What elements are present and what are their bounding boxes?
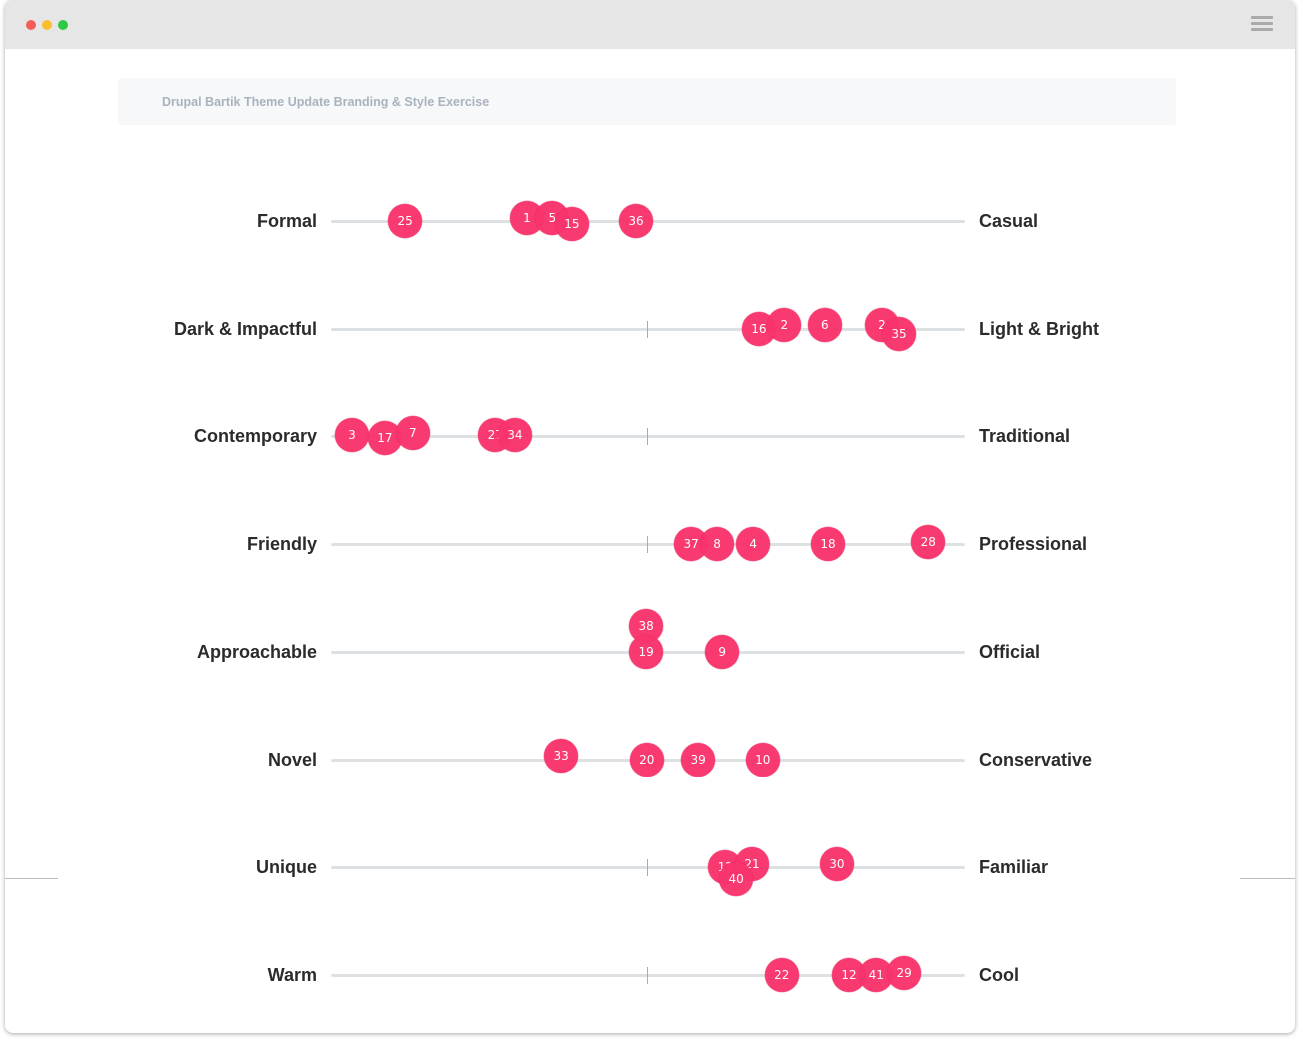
response-marker[interactable]: 4 bbox=[736, 527, 771, 562]
scale-right-label: Light & Bright bbox=[979, 318, 1099, 339]
scale-row: Contemporary Traditional 3 17 7 27 34 bbox=[5, 415, 1295, 456]
response-marker[interactable]: 6 bbox=[807, 308, 842, 343]
hamburger-menu-icon[interactable] bbox=[1251, 16, 1273, 34]
response-marker[interactable]: 7 bbox=[395, 415, 430, 450]
center-tick bbox=[647, 320, 648, 338]
response-marker[interactable]: 10 bbox=[745, 742, 780, 777]
browser-window: Drupal Bartik Theme Update Branding & St… bbox=[5, 0, 1295, 1033]
response-marker[interactable]: 19 bbox=[629, 634, 664, 669]
scale-track bbox=[331, 536, 965, 554]
scale-right-label: Official bbox=[979, 641, 1041, 662]
scale-row: Warm Cool 22 12 41 29 bbox=[5, 955, 1295, 995]
scale-left-label: Dark & Impactful bbox=[173, 318, 317, 339]
scale-left-label: Unique bbox=[256, 857, 317, 878]
response-marker[interactable]: 34 bbox=[497, 417, 532, 452]
response-marker[interactable]: 39 bbox=[681, 742, 716, 777]
center-tick bbox=[647, 966, 648, 984]
scale-left-label: Novel bbox=[267, 749, 317, 770]
center-tick bbox=[647, 859, 648, 877]
exercise-header: Drupal Bartik Theme Update Branding & St… bbox=[118, 78, 1176, 125]
response-marker[interactable]: 2 bbox=[767, 308, 802, 343]
scale-left-label: Formal bbox=[256, 211, 317, 231]
response-marker[interactable]: 9 bbox=[705, 634, 740, 669]
scale-right-label: Professional bbox=[979, 534, 1088, 555]
response-marker[interactable]: 30 bbox=[819, 846, 854, 881]
scale-right-label: Traditional bbox=[979, 426, 1071, 447]
scale-right-label: Conservative bbox=[979, 749, 1093, 770]
center-tick bbox=[647, 536, 648, 554]
title-bar bbox=[5, 0, 1295, 49]
scale-track bbox=[331, 859, 965, 877]
maximize-window-icon[interactable] bbox=[58, 20, 68, 30]
center-tick bbox=[647, 428, 648, 446]
scale-right-label: Familiar bbox=[979, 857, 1049, 878]
scale-left-label: Approachable bbox=[196, 641, 317, 662]
scale-left-label: Warm bbox=[267, 964, 317, 985]
scale-right-label: Casual bbox=[979, 211, 1039, 231]
response-marker[interactable]: 8 bbox=[700, 527, 735, 562]
scale-row: Dark & Impactful Light & Bright 16 2 6 2 35 bbox=[5, 308, 1295, 351]
response-marker[interactable]: 36 bbox=[618, 204, 653, 238]
scale-row: Approachable Official 38 19 9 bbox=[5, 609, 1295, 672]
response-marker[interactable]: 22 bbox=[764, 957, 799, 992]
response-marker[interactable]: 29 bbox=[887, 956, 922, 991]
menu-line bbox=[1251, 22, 1273, 25]
close-window-icon[interactable] bbox=[26, 20, 36, 30]
response-marker[interactable]: 25 bbox=[388, 204, 423, 238]
scale-row: UniqueFamiliar1?214030 bbox=[5, 846, 1295, 897]
response-marker[interactable]: 28 bbox=[911, 525, 946, 560]
exercise-title: Drupal Bartik Theme Update Branding & St… bbox=[162, 95, 490, 109]
menu-line bbox=[1251, 28, 1273, 31]
scale-left-label: Contemporary bbox=[193, 426, 317, 447]
scale-left-label: Friendly bbox=[246, 534, 317, 555]
response-marker[interactable]: 3 bbox=[334, 417, 369, 452]
menu-line bbox=[1251, 16, 1273, 19]
response-marker[interactable]: 15 bbox=[554, 207, 589, 242]
response-marker[interactable]: 35 bbox=[882, 316, 917, 351]
scale-row: Formal Casual 25 1 5 15 36 bbox=[5, 200, 1295, 242]
response-marker[interactable]: 18 bbox=[811, 527, 846, 562]
scale-row: Friendly Professional 37 8 4 18 28 bbox=[5, 524, 1295, 564]
response-marker[interactable]: 33 bbox=[544, 739, 579, 774]
scale-row: Novel Conservative 33 20 39 10 bbox=[5, 739, 1295, 780]
response-marker[interactable]: 40 bbox=[719, 862, 754, 897]
response-marker[interactable]: 20 bbox=[629, 742, 664, 777]
scale-right-label: Cool bbox=[979, 964, 1019, 985]
minimize-window-icon[interactable] bbox=[42, 20, 52, 30]
